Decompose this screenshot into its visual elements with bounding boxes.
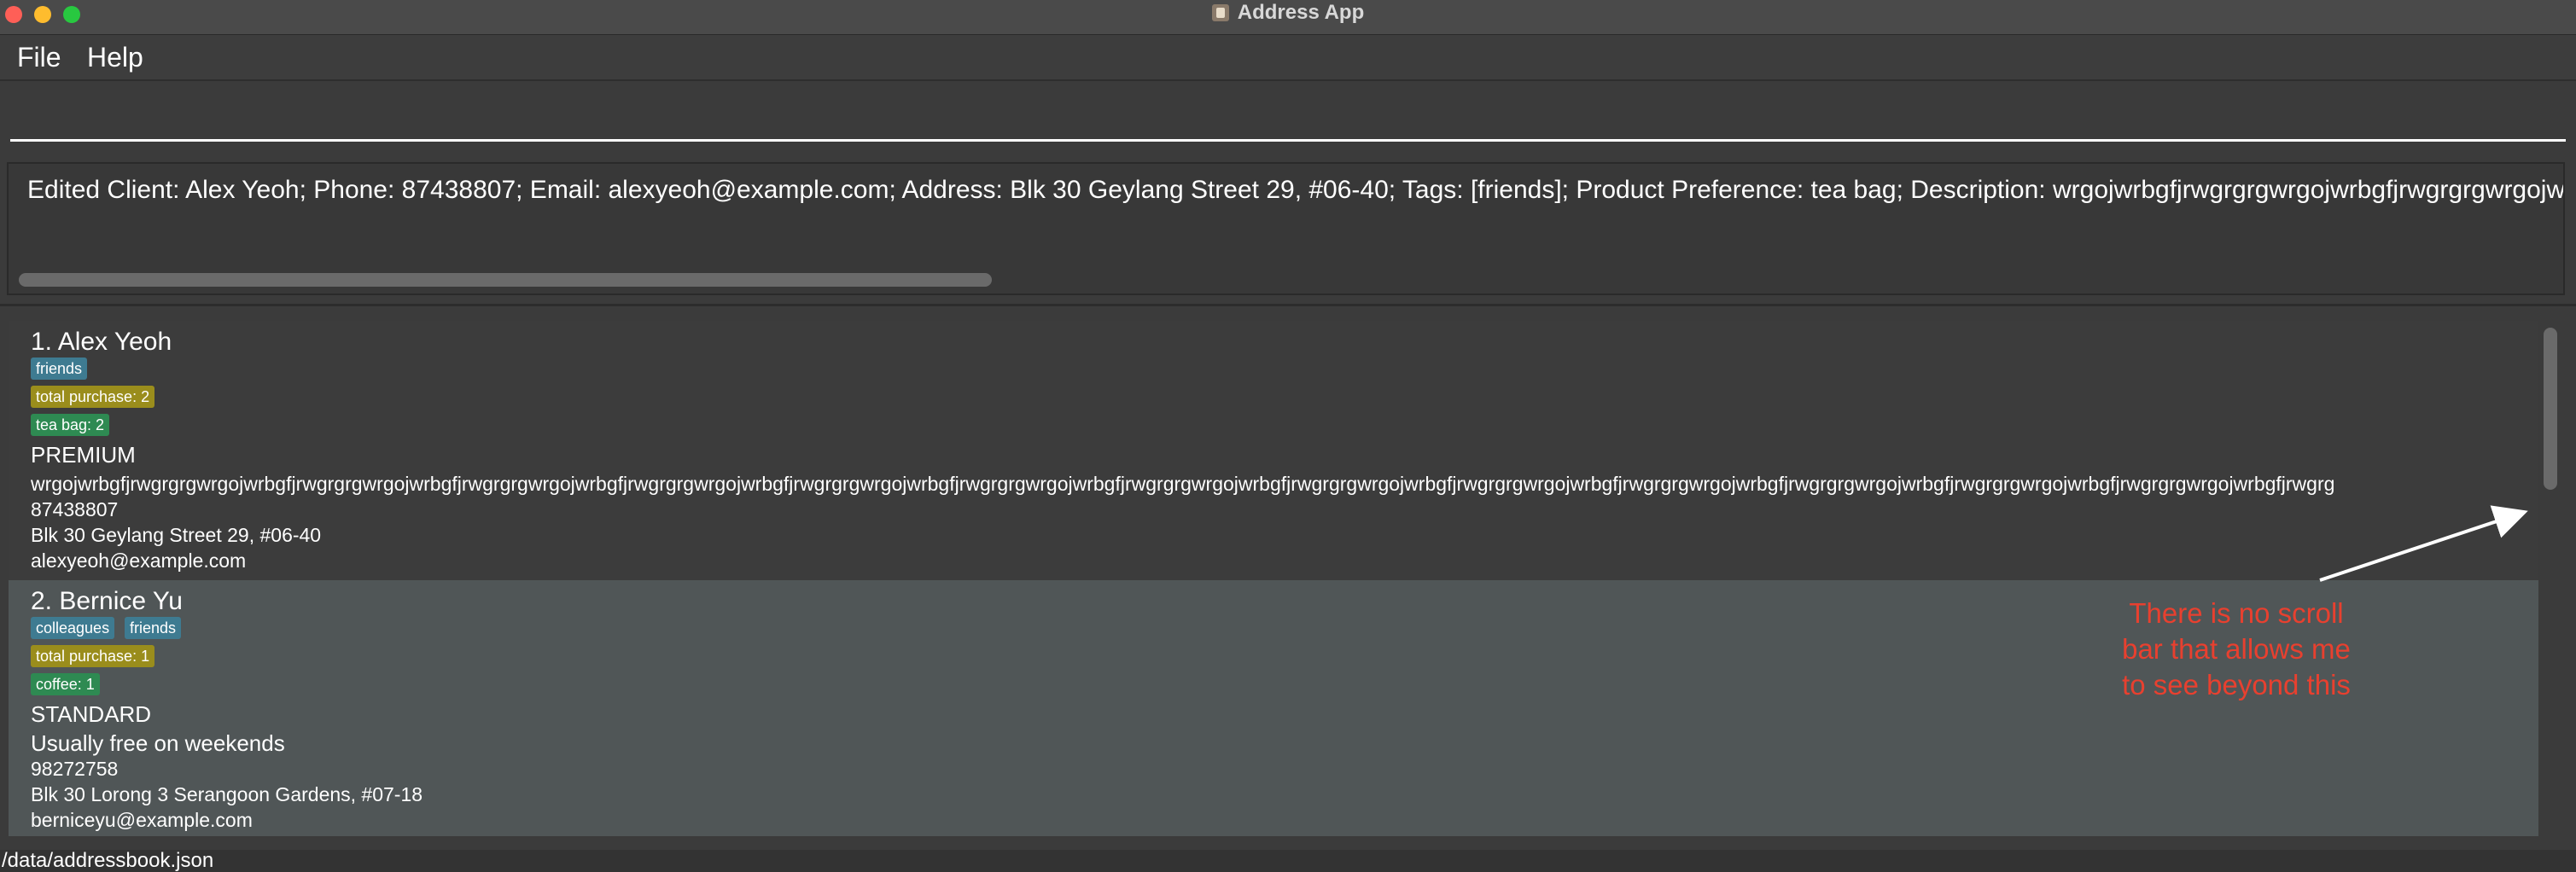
annotation-line: bar that allows me [2122, 633, 2351, 665]
annotation-line: to see beyond this [2122, 669, 2351, 701]
annotation-line: There is no scroll [2129, 597, 2344, 629]
status-bar-file-path: /data/addressbook.json [0, 850, 2576, 872]
annotation-text: There is no scroll bar that allows me to… [2083, 596, 2390, 703]
annotation-arrow [2319, 505, 2528, 582]
